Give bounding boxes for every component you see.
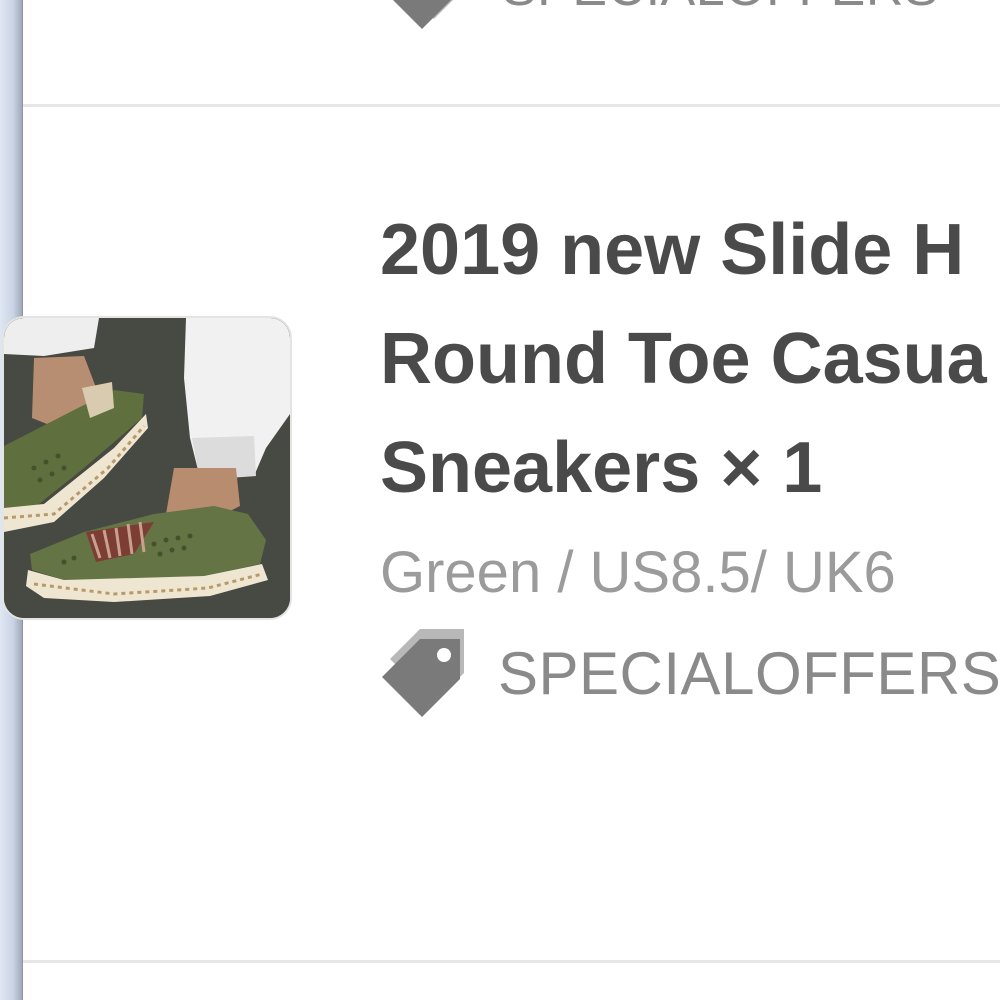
promo-code-row: SPECIALOFFERS xyxy=(380,629,1000,719)
order-summary-screen: SPECIALOFFERS xyxy=(0,0,1000,1000)
tag-icon xyxy=(380,0,466,31)
product-title-line-3: Sneakers × 1 xyxy=(380,428,823,508)
product-info: 2019 new Slide H Round Toe Casua Sneaker… xyxy=(380,196,1000,719)
product-thumbnail[interactable] xyxy=(2,316,292,620)
product-variant: Green / US8.5/ UK6 xyxy=(380,540,896,605)
product-title-line-2: Round Toe Casua xyxy=(380,319,987,399)
promo-code: SPECIALOFFERS xyxy=(498,640,1000,707)
item-divider xyxy=(23,104,1000,107)
previous-item-promo-row: SPECIALOFFERS xyxy=(380,0,939,31)
tag-icon xyxy=(380,629,466,719)
item-divider xyxy=(23,960,1000,963)
previous-item-promo-code: SPECIALOFFERS xyxy=(502,0,939,18)
product-title-line-1: 2019 new Slide H xyxy=(380,210,965,290)
